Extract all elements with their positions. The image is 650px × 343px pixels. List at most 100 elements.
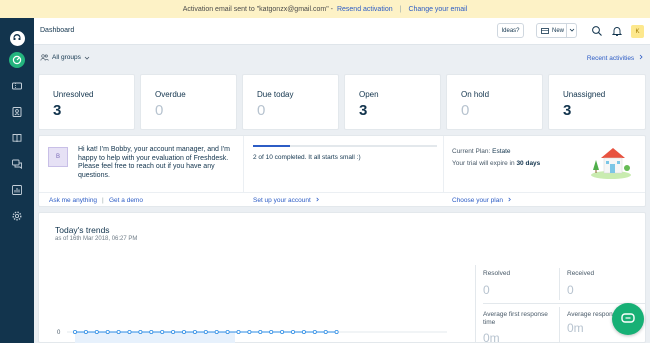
- stat-card-unresolved[interactable]: Unresolved 3: [38, 74, 135, 130]
- forums-icon[interactable]: [9, 156, 25, 172]
- trend-point[interactable]: [116, 330, 121, 335]
- trend-point[interactable]: [214, 330, 219, 335]
- trend-point[interactable]: [105, 330, 110, 335]
- stat-divider: [559, 307, 560, 343]
- ask-me-anything-link[interactable]: Ask me anything: [49, 197, 97, 204]
- house-illustration: [591, 148, 631, 179]
- get-a-demo-link[interactable]: Get a demo: [109, 197, 143, 204]
- trends-title: Today's trends: [55, 225, 110, 235]
- stat-card-open[interactable]: Open 3: [344, 74, 441, 130]
- trend-point[interactable]: [312, 330, 317, 335]
- ideas-button[interactable]: Ideas?: [497, 23, 524, 38]
- chevron-down-icon: [84, 56, 90, 60]
- trend-point[interactable]: [334, 330, 339, 335]
- chat-icon: [621, 313, 635, 323]
- trend-point[interactable]: [269, 330, 274, 335]
- trend-point[interactable]: [160, 330, 165, 335]
- trend-point[interactable]: [290, 330, 295, 335]
- activation-message: Activation email sent to "katgonzx@gmail…: [182, 5, 333, 13]
- resolved-value: 0: [483, 283, 490, 297]
- trend-point[interactable]: [258, 330, 263, 335]
- bell-icon[interactable]: [611, 25, 623, 37]
- stat-value: 3: [53, 102, 62, 119]
- new-ticket-icon: [541, 27, 549, 34]
- set-up-account-link[interactable]: Set up your account: [253, 197, 320, 204]
- panel-divider: [443, 136, 444, 192]
- admin-icon[interactable]: [9, 208, 25, 224]
- groups-filter[interactable]: All groups: [40, 54, 90, 61]
- solutions-icon[interactable]: [9, 130, 25, 146]
- avg-first-response-label: Average first response time: [483, 311, 548, 326]
- trend-point[interactable]: [83, 330, 88, 335]
- stat-value: 3: [359, 102, 368, 119]
- chevron-right-icon: [639, 54, 643, 60]
- resolved-label: Resolved: [483, 270, 511, 277]
- dashboard-icon[interactable]: [9, 52, 25, 68]
- trend-point[interactable]: [192, 330, 197, 335]
- stat-card-overdue[interactable]: Overdue 0: [140, 74, 237, 130]
- stat-value: 0: [257, 102, 266, 119]
- trends-timestamp: as of 16th Mar 2018, 06:27 PM: [55, 236, 138, 242]
- chevron-right-icon: [316, 197, 319, 202]
- reports-icon[interactable]: [9, 182, 25, 198]
- trend-point[interactable]: [182, 330, 187, 335]
- chevron-down-icon[interactable]: [569, 27, 575, 33]
- stat-card-due-today[interactable]: Due today 0: [242, 74, 339, 130]
- plan-label: Current Plan:: [452, 148, 491, 155]
- resend-activation-link[interactable]: Resend activation: [337, 6, 393, 13]
- activation-notice-bar: Activation email sent to "katgonzx@gmail…: [0, 0, 650, 18]
- setup-progress-bar: [253, 145, 437, 147]
- trend-point[interactable]: [203, 330, 208, 335]
- avg-response-label: Average respons: [567, 311, 617, 318]
- notice-divider: |: [399, 5, 402, 13]
- avg-response-value: 0m: [567, 321, 584, 335]
- search-icon[interactable]: [591, 25, 603, 37]
- new-button[interactable]: New: [536, 23, 577, 38]
- stat-label: On hold: [461, 90, 490, 99]
- trend-point[interactable]: [149, 330, 154, 335]
- trend-point[interactable]: [72, 330, 77, 335]
- trend-point[interactable]: [301, 330, 306, 335]
- stat-card-unassigned[interactable]: Unassigned 3: [548, 74, 646, 130]
- top-header: Dashboard Ideas? New K: [34, 18, 650, 45]
- trend-chart: 0: [57, 330, 447, 343]
- plan-name: Estate: [492, 148, 511, 155]
- chat-button[interactable]: [612, 303, 644, 335]
- logo-icon[interactable]: [9, 30, 25, 46]
- trend-point[interactable]: [171, 330, 176, 335]
- stat-label: Open: [359, 90, 379, 99]
- trial-days: 30 days: [516, 160, 541, 167]
- user-avatar[interactable]: K: [631, 25, 644, 38]
- chart-area-fill: [75, 332, 235, 343]
- account-manager-message: Hi kat! I'm Bobby, your account manager,…: [78, 146, 230, 179]
- choose-plan-link[interactable]: Choose your plan: [452, 197, 512, 204]
- trend-point[interactable]: [247, 330, 252, 335]
- tickets-icon[interactable]: [9, 78, 25, 94]
- trend-point[interactable]: [280, 330, 285, 335]
- trend-point[interactable]: [225, 330, 230, 335]
- change-email-link[interactable]: Change your email: [408, 6, 467, 13]
- stat-label: Unassigned: [563, 90, 606, 99]
- setup-progress-text: 2 of 10 completed. It all starts small :…: [253, 154, 361, 161]
- recent-activities-link[interactable]: Recent activities: [587, 54, 644, 62]
- trend-point[interactable]: [323, 330, 328, 335]
- panel-footer-divider: [39, 192, 645, 193]
- trend-point[interactable]: [127, 330, 132, 335]
- trend-point[interactable]: [94, 330, 99, 335]
- group-icon: [40, 54, 49, 61]
- stat-divider: [559, 268, 560, 300]
- trial-text: Your trial will expire in: [452, 160, 515, 167]
- plan-info: Current Plan: Estate Your trial will exp…: [452, 146, 540, 170]
- stat-label: Due today: [257, 90, 294, 99]
- link-separator: |: [102, 197, 104, 204]
- trend-point[interactable]: [138, 330, 143, 335]
- contacts-icon[interactable]: [9, 104, 25, 120]
- stat-card-on-hold[interactable]: On hold 0: [446, 74, 543, 130]
- avg-first-response-value: 0m: [483, 331, 500, 343]
- onboarding-panel: B Hi kat! I'm Bobby, your account manage…: [38, 135, 646, 207]
- trend-point[interactable]: [236, 330, 241, 335]
- trends-stats-divider: [475, 265, 476, 343]
- sidebar-nav: [0, 18, 34, 343]
- todays-trends-panel: Today's trends as of 16th Mar 2018, 06:2…: [38, 212, 646, 343]
- stat-label: Unresolved: [53, 90, 94, 99]
